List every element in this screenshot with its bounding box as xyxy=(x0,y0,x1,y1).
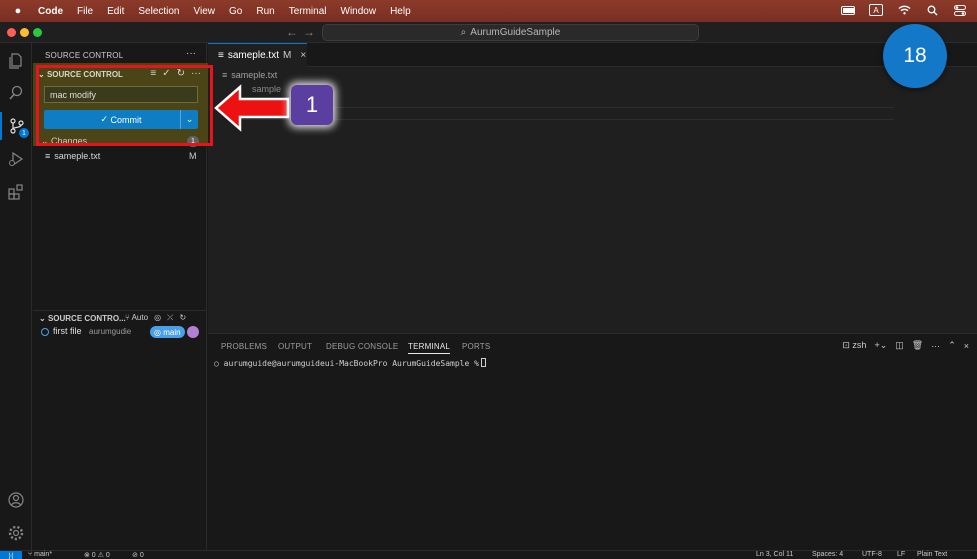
graph-auto-branch-icon[interactable]: ⑂ Auto xyxy=(125,313,148,323)
graph-commit-row[interactable]: first file aurumgudie ◎ main xyxy=(39,326,207,340)
sidebar-more-icon[interactable]: ··· xyxy=(186,48,196,59)
editor-tab-sameple[interactable]: ≡ sameple.txt M × xyxy=(208,43,307,67)
text-file-icon: ≡ xyxy=(218,50,224,61)
search-activity-icon[interactable] xyxy=(0,79,32,107)
bottom-panel: PROBLEMS OUTPUT DEBUG CONSOLE TERMINAL P… xyxy=(208,333,977,550)
minimize-window-button[interactable] xyxy=(20,28,29,37)
kill-terminal-icon[interactable]: 🗑 xyxy=(912,340,923,351)
changed-file-row[interactable]: ≡ sameple.txt xyxy=(45,151,100,161)
sidebar-title: SOURCE CONTROL xyxy=(45,51,124,60)
close-tab-icon[interactable]: × xyxy=(300,50,306,61)
menu-help[interactable]: Help xyxy=(390,6,411,17)
extensions-icon[interactable] xyxy=(0,178,32,206)
tab-ports[interactable]: PORTS xyxy=(462,342,490,351)
new-terminal-icon[interactable]: +⌄ xyxy=(874,340,887,351)
menu-run[interactable]: Run xyxy=(256,6,274,17)
window-titlebar: ← → ⌕ AurumGuideSample xyxy=(0,22,977,43)
explorer-icon[interactable] xyxy=(0,47,32,75)
activity-bar: 1 xyxy=(0,43,32,550)
status-problems[interactable]: ⊗ 0 ⚠ 0 xyxy=(84,551,110,559)
menu-view[interactable]: View xyxy=(194,6,216,17)
run-debug-icon[interactable] xyxy=(0,145,32,173)
apple-icon[interactable]: ● xyxy=(12,5,24,17)
wifi-icon[interactable] xyxy=(897,3,911,17)
menu-selection[interactable]: Selection xyxy=(138,6,179,17)
status-indentation[interactable]: Spaces: 4 xyxy=(812,551,843,558)
search-icon: ⌕ xyxy=(460,27,467,38)
maximize-panel-icon[interactable]: ⌃ xyxy=(948,340,956,351)
close-panel-icon[interactable]: × xyxy=(964,341,969,351)
battery-icon[interactable] xyxy=(841,3,855,17)
status-cursor-position[interactable]: Ln 3, Col 11 xyxy=(756,551,793,558)
menu-edit[interactable]: Edit xyxy=(107,6,124,17)
menu-terminal[interactable]: Terminal xyxy=(289,6,327,17)
control-center-icon[interactable] xyxy=(953,3,967,17)
editor-tab-bar: ≡ sameple.txt M × xyxy=(208,43,977,67)
menu-app[interactable]: Code xyxy=(38,6,63,17)
commit-author: aurumgudie xyxy=(89,327,132,336)
command-center-label: AurumGuideSample xyxy=(470,27,561,38)
source-control-icon[interactable]: 1 xyxy=(0,112,32,140)
tab-output[interactable]: OUTPUT xyxy=(278,342,312,351)
terminal-shell-selector[interactable]: ⊡ zsh xyxy=(842,340,866,351)
close-window-button[interactable] xyxy=(7,28,16,37)
panel-more-icon[interactable]: ··· xyxy=(931,341,940,351)
tab-terminal[interactable]: TERMINAL xyxy=(408,342,451,354)
graph-target-icon[interactable]: ◎ xyxy=(154,313,161,323)
split-terminal-icon[interactable]: ◫ xyxy=(895,340,904,351)
spotlight-search-icon[interactable] xyxy=(925,3,939,17)
status-eol[interactable]: LF xyxy=(897,551,905,558)
graph-fetch-icon[interactable]: ⤫ xyxy=(167,313,173,323)
back-arrow-icon[interactable]: ← xyxy=(286,25,298,39)
status-language[interactable]: Plain Text xyxy=(917,551,947,558)
graph-refresh-icon[interactable]: ↻ xyxy=(179,313,186,323)
status-bar: ⟩⟨ ⑂ main* ⊗ 0 ⚠ 0 ⊘ 0 Ln 3, Col 11 Spac… xyxy=(0,550,977,559)
commit-node-icon xyxy=(41,328,49,336)
forward-arrow-icon[interactable]: → xyxy=(303,25,315,39)
terminal-prompt[interactable]: ○ aurumguide@aurumguideui-MacBookPro Aur… xyxy=(214,358,486,368)
status-branch[interactable]: ⑂ main* xyxy=(28,551,52,558)
account-icon[interactable] xyxy=(0,486,32,514)
file-status-badge: M xyxy=(189,151,197,161)
scm-count-badge: 1 xyxy=(19,128,29,138)
status-encoding[interactable]: UTF-8 xyxy=(862,551,882,558)
graph-header-title: ⌄ SOURCE CONTRO... xyxy=(39,314,126,323)
command-center-search[interactable]: ⌕ AurumGuideSample xyxy=(322,24,699,41)
text-file-icon: ≡ xyxy=(222,70,228,80)
settings-gear-icon[interactable] xyxy=(0,519,32,547)
breadcrumb[interactable]: ≡ sameple.txt xyxy=(222,70,277,80)
commit-message: first file xyxy=(53,326,82,336)
branch-badge: ◎ main xyxy=(150,326,185,338)
tab-modified-status: M xyxy=(282,50,292,61)
menu-go[interactable]: Go xyxy=(229,6,242,17)
menu-file[interactable]: File xyxy=(77,6,93,17)
menu-window[interactable]: Window xyxy=(341,6,377,17)
highlight-frame xyxy=(36,65,213,146)
mac-menubar: ● Code File Edit Selection View Go Run T… xyxy=(0,0,977,22)
callout-arrow-icon xyxy=(214,84,290,132)
text-file-icon: ≡ xyxy=(45,151,51,161)
source-control-graph-header[interactable]: ⌄ SOURCE CONTRO... ⑂ Auto ◎ ⤫ ↻ xyxy=(33,310,207,323)
callout-number-badge: 1 xyxy=(291,85,333,125)
zoom-window-button[interactable] xyxy=(33,28,42,37)
input-source-icon[interactable]: A xyxy=(869,3,883,17)
remote-branch-icon xyxy=(187,326,199,338)
remote-indicator-icon[interactable]: ⟩⟨ xyxy=(0,551,22,559)
breadcrumb-file: sameple.txt xyxy=(231,70,278,80)
tab-debug-console[interactable]: DEBUG CONSOLE xyxy=(326,342,398,351)
tab-problems[interactable]: PROBLEMS xyxy=(221,342,267,351)
changed-file-name: sameple.txt xyxy=(54,151,101,161)
terminal-cursor xyxy=(480,358,486,367)
step-number-badge: 18 xyxy=(883,24,947,88)
tab-filename: sameple.txt xyxy=(227,50,279,61)
status-ports[interactable]: ⊘ 0 xyxy=(132,551,144,559)
